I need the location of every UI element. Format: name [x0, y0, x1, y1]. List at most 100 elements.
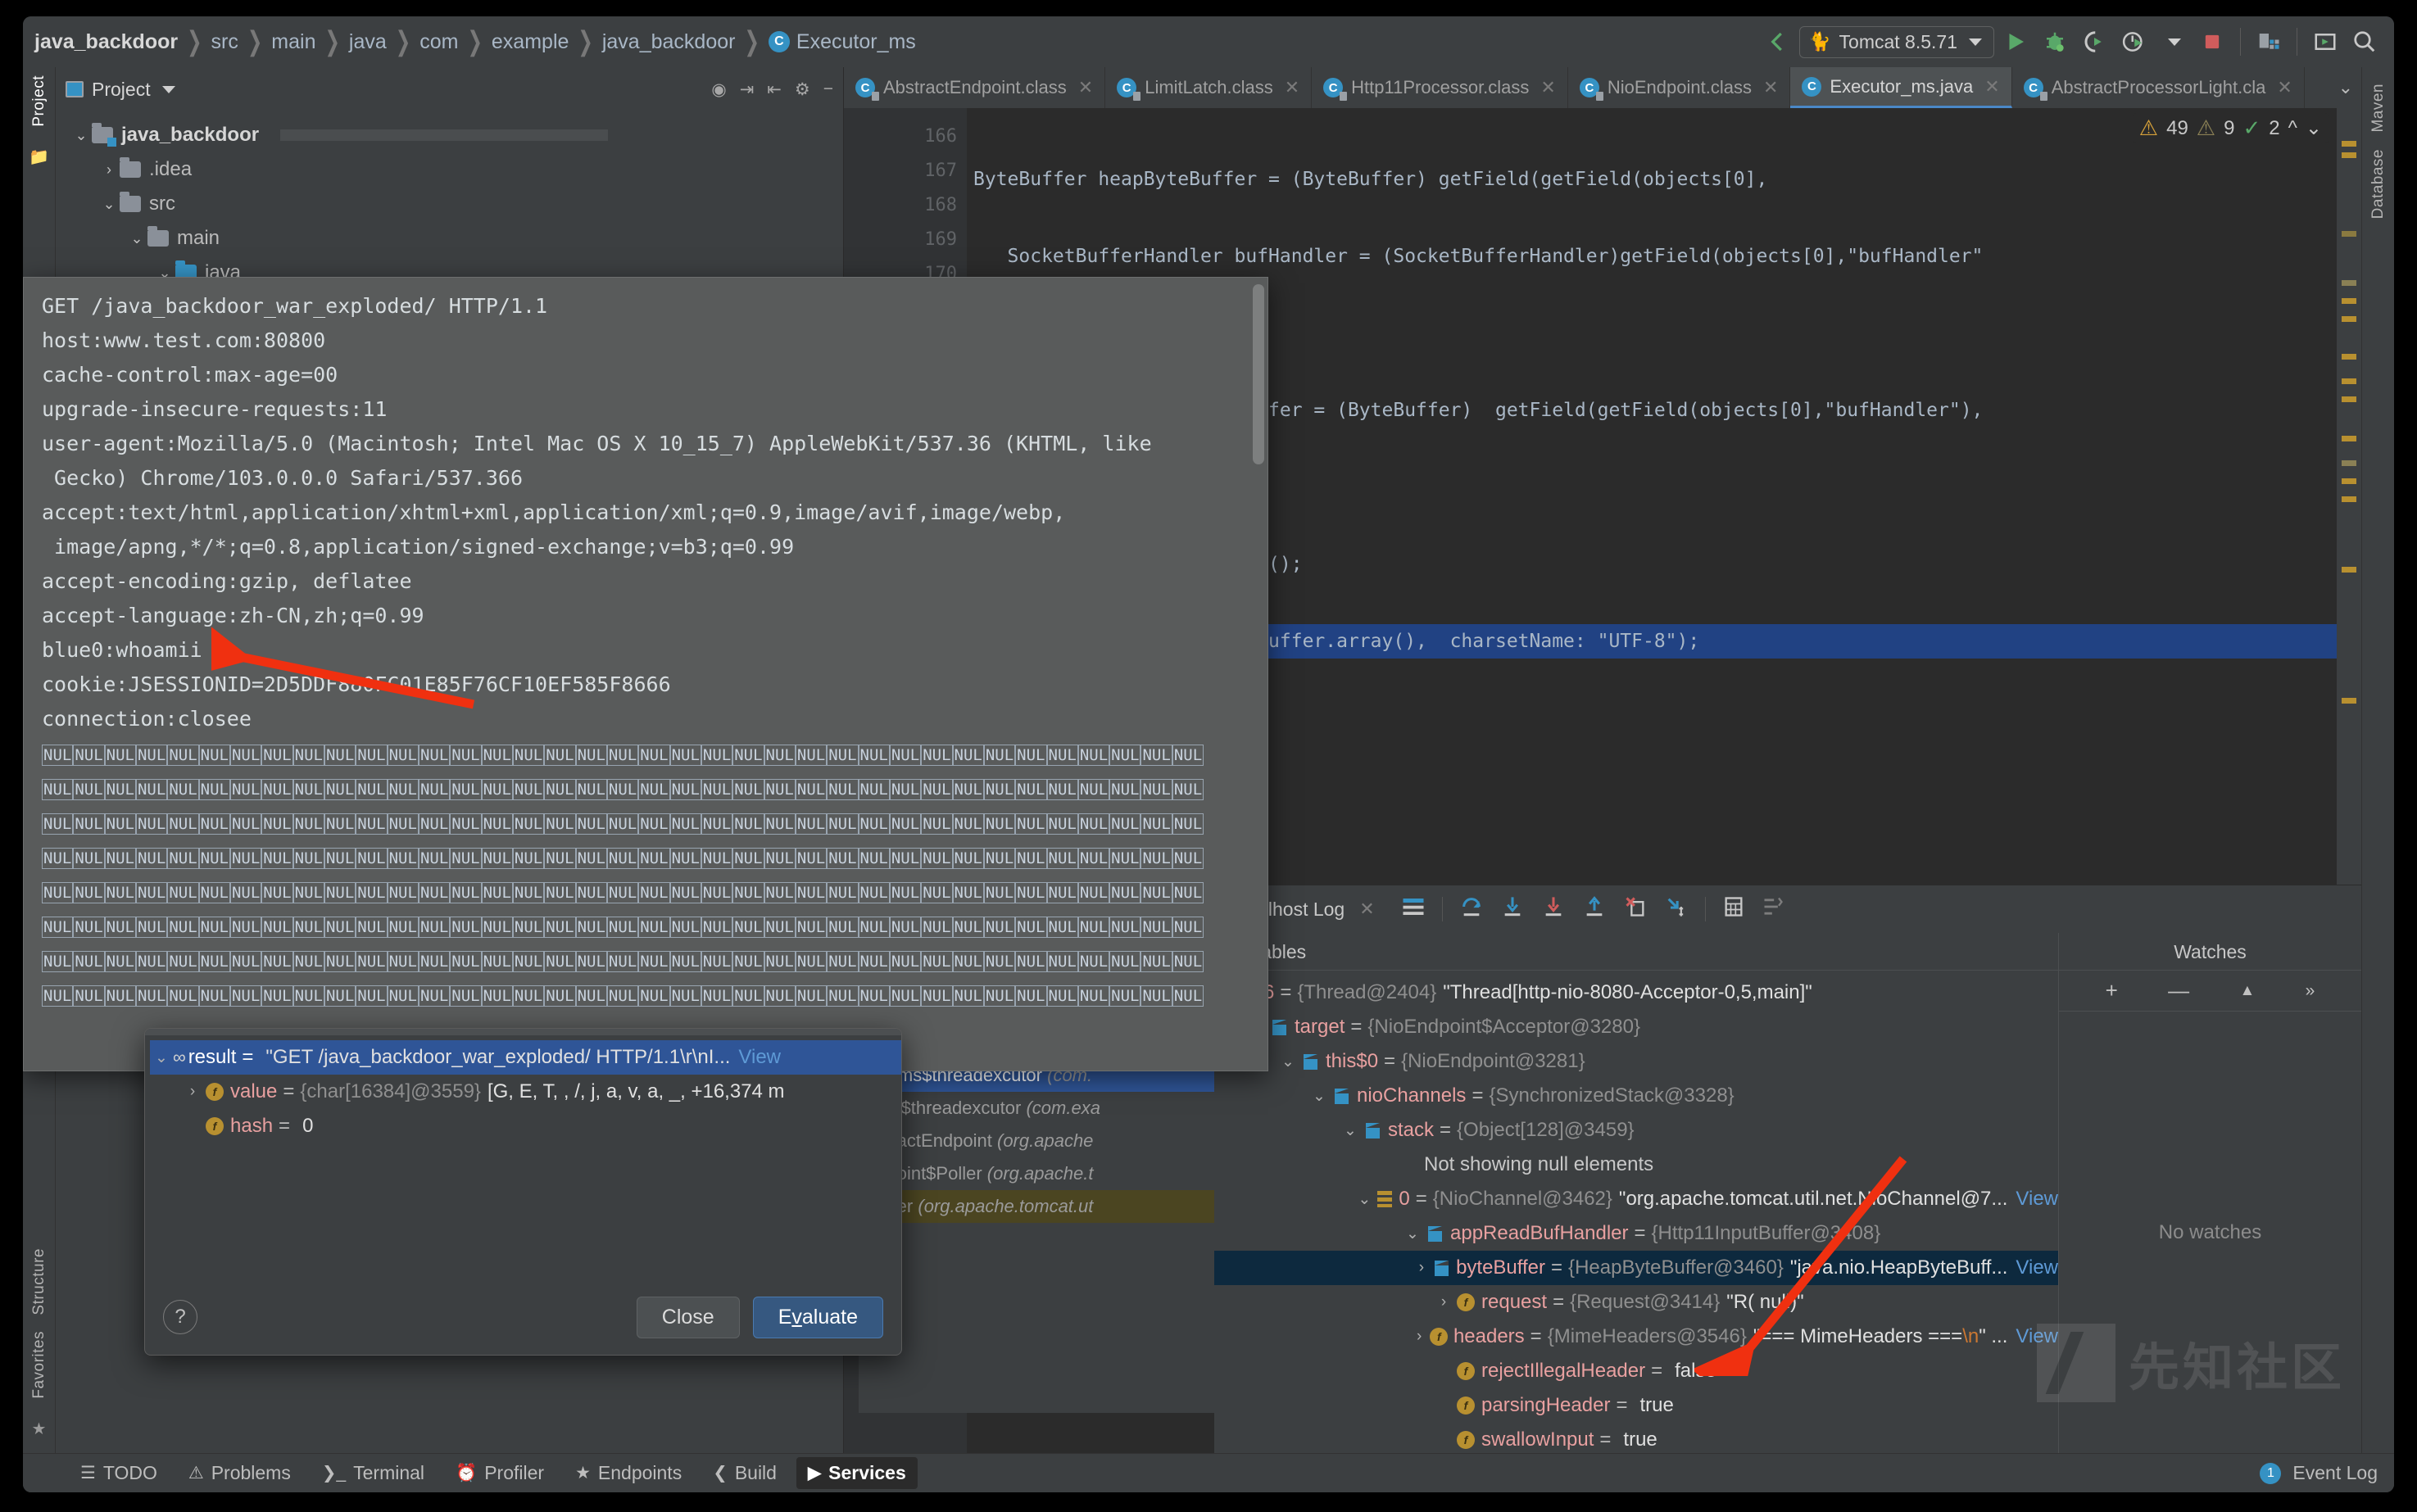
variable-row-nioChannels[interactable]: ⌄ nioChannels = {SynchronizedStack@3328}: [1214, 1079, 2058, 1113]
status-tab-todo[interactable]: ☰ TODO: [69, 1457, 169, 1489]
run-anything-icon[interactable]: [2307, 24, 2343, 60]
tree-arrow-icon[interactable]: ⌄: [126, 230, 147, 247]
tree-arrow-icon[interactable]: ›: [1409, 1328, 1430, 1346]
variable-row-byteBuffer[interactable]: › byteBuffer = {HeapByteBuffer@3460} "java.n…: [1214, 1251, 2058, 1285]
variable-row-0[interactable]: ⌄ 0 = {NioChannel@3462} "org.apache.tomcat.u…: [1214, 1182, 2058, 1216]
scrollbar-thumb[interactable]: [1253, 284, 1264, 464]
step-out-icon[interactable]: [1582, 895, 1607, 923]
breadcrumb-item-6[interactable]: java_backdoor: [602, 30, 736, 54]
add-watch-button[interactable]: +: [2106, 978, 2118, 1003]
collapse-all-icon[interactable]: ⇤: [767, 79, 782, 100]
status-tab-terminal[interactable]: ❯_ Terminal: [311, 1457, 436, 1489]
project-tree-item-main[interactable]: ⌄ main: [70, 221, 843, 256]
run-configuration-selector[interactable]: 🐈 Tomcat 8.5.71: [1799, 25, 1994, 58]
variable-row-6[interactable]: 6 = {Thread@2404} "Thread[http-nio-8080-Acc…: [1214, 976, 2058, 1010]
gear-icon[interactable]: ⚙: [795, 79, 810, 100]
editor-tab-Http11Processorclass[interactable]: C Http11Processor.class ✕: [1312, 67, 1568, 108]
view-link[interactable]: View: [738, 1046, 781, 1069]
breadcrumb-item-2[interactable]: main: [271, 30, 315, 54]
frames-panel[interactable]: tor_ms$threadexcutor (com. _ms$threadexcu…: [859, 1053, 1219, 1413]
tab-list-chevron-icon[interactable]: ⌄: [2338, 77, 2353, 98]
variable-row-parsingHeader[interactable]: f parsingHeader = true: [1214, 1388, 2058, 1423]
close-icon[interactable]: ✕: [1078, 77, 1093, 98]
stop-button[interactable]: [2194, 24, 2230, 60]
view-link[interactable]: View: [2016, 1256, 2058, 1279]
step-over-icon[interactable]: [1459, 895, 1484, 923]
tree-arrow-icon[interactable]: ⌄: [150, 1048, 173, 1067]
view-link[interactable]: View: [2016, 1188, 2058, 1211]
frame-row[interactable]: Poller (org.apache.tomcat.ut: [859, 1190, 1219, 1223]
debug-button[interactable]: [2037, 24, 2073, 60]
frame-row[interactable]: bstractEndpoint (org.apache: [859, 1125, 1219, 1157]
move-up-button[interactable]: ▲: [2240, 982, 2256, 1000]
editor-tab-AbstractEndpointclass[interactable]: C AbstractEndpoint.class ✕: [844, 67, 1106, 108]
step-into-icon[interactable]: [1500, 895, 1525, 923]
event-log-button[interactable]: Event Log: [2292, 1462, 2378, 1484]
status-tab-problems[interactable]: ⚠ Problems: [177, 1457, 302, 1489]
strip-tab-structure[interactable]: Structure: [29, 1240, 50, 1324]
editor-tab-bar[interactable]: C AbstractEndpoint.class ✕ C LimitLatch.clas…: [844, 67, 2361, 108]
profile-button[interactable]: [2115, 24, 2152, 60]
evaluate-row-hash[interactable]: f hash = 0: [150, 1109, 901, 1143]
settings-layout-icon[interactable]: [1762, 895, 1784, 923]
close-icon[interactable]: ✕: [2277, 77, 2292, 98]
variable-row-this$0[interactable]: ⌄ this$0 = {NioEndpoint@3281}: [1214, 1044, 2058, 1079]
run-with-coverage-button[interactable]: [2076, 24, 2112, 60]
console-toggle-icon[interactable]: [1401, 896, 1426, 922]
evaluate-row-value[interactable]: › f value = {char[16384]@3559} [G, E, T, , /,…: [150, 1075, 901, 1109]
hide-icon[interactable]: −: [823, 79, 833, 99]
tree-arrow-icon[interactable]: ⌄: [1354, 1190, 1375, 1209]
project-tree-item-idea[interactable]: › .idea: [70, 152, 843, 187]
evaluate-result-tree[interactable]: ⌄ ∞ result = "GET /java_backdoor_war_explode…: [145, 1035, 901, 1143]
close-icon[interactable]: ✕: [1984, 76, 1999, 97]
variable-row-rejectIllegalHeader[interactable]: f rejectIllegalHeader = false: [1214, 1354, 2058, 1388]
tree-arrow-icon[interactable]: ⌄: [70, 127, 92, 144]
editor-tab-NioEndpointclass[interactable]: C NioEndpoint.class ✕: [1568, 67, 1791, 108]
variable-row-request[interactable]: › f request = {Request@3414} "R( null)": [1214, 1285, 2058, 1320]
breadcrumb-item-3[interactable]: java: [349, 30, 387, 54]
drop-frame-icon[interactable]: [1623, 895, 1648, 923]
evaluate-expression-icon[interactable]: [1722, 895, 1745, 923]
breadcrumb-item-0[interactable]: java_backdoor: [34, 30, 178, 54]
project-panel-title[interactable]: Project: [92, 79, 151, 101]
project-tree[interactable]: ⌄ java_backdoor › .idea ⌄ src ⌄ main ⌄ java: [56, 111, 843, 290]
variable-row-target[interactable]: ⌄target={NioEndpoint$Acceptor@3280}: [1214, 1010, 2058, 1044]
raw-http-request-panel[interactable]: GET /java_backdoor_war_exploded/ HTTP/1.…: [23, 277, 1268, 1071]
help-button[interactable]: ?: [163, 1300, 197, 1334]
tree-arrow-icon[interactable]: ›: [98, 161, 120, 179]
breadcrumb-item-7[interactable]: Executor_ms: [796, 30, 916, 54]
variable-row-appReadBufHandler[interactable]: ⌄ appReadBufHandler = {Http11InputBuffer@34…: [1214, 1216, 2058, 1251]
status-tab-services[interactable]: ▶ Services: [796, 1457, 918, 1489]
search-icon[interactable]: [2347, 24, 2383, 60]
breadcrumb-item-1[interactable]: src: [211, 30, 238, 54]
close-icon[interactable]: ✕: [1285, 77, 1299, 98]
variables-tree[interactable]: 6 = {Thread@2404} "Thread[http-nio-8080-Acc…: [1214, 971, 2058, 1453]
tree-arrow-icon[interactable]: ⌄: [1339, 1121, 1362, 1140]
tree-arrow-icon[interactable]: ›: [181, 1083, 204, 1101]
more-watch-options-button[interactable]: »: [2306, 981, 2315, 1001]
variables-note[interactable]: Not showing null elements: [1214, 1148, 2058, 1182]
dialog-drag-handle[interactable]: [145, 1029, 901, 1035]
frame-row[interactable]: ndpoint$Poller (org.apache.t: [859, 1157, 1219, 1190]
strip-tab-project[interactable]: Project: [29, 67, 50, 135]
variable-row-stack[interactable]: ⌄ stack = {Object[128]@3459}: [1214, 1113, 2058, 1148]
editor-tab-AbstractProcessorLightcla[interactable]: C AbstractProcessorLight.cla ✕: [2012, 67, 2305, 108]
status-tab-build[interactable]: ❮ Build: [701, 1457, 788, 1489]
star-icon[interactable]: ★: [32, 1419, 47, 1439]
project-structure-icon[interactable]: [2251, 24, 2287, 60]
remove-watch-button[interactable]: —: [2168, 978, 2189, 1003]
status-tab-endpoints[interactable]: ★ Endpoints: [564, 1457, 693, 1489]
tree-arrow-icon[interactable]: ⌄: [1308, 1087, 1331, 1106]
evaluate-button[interactable]: Evaluate: [752, 1296, 883, 1338]
variable-row-headers[interactable]: › f headers = {MimeHeaders@3546} "=== MimeHea…: [1214, 1320, 2058, 1354]
editor-tab-Executor_msjava[interactable]: C Executor_ms.java ✕: [1790, 67, 2012, 108]
tree-arrow-icon[interactable]: ⌄: [1277, 1053, 1299, 1071]
strip-tab-database[interactable]: Database: [2368, 141, 2389, 227]
editor-tab-LimitLatchclass[interactable]: C LimitLatch.class ✕: [1105, 67, 1313, 108]
strip-tab-favorites[interactable]: Favorites: [29, 1323, 50, 1407]
force-step-into-icon[interactable]: [1541, 895, 1566, 923]
chevron-down-icon[interactable]: [161, 85, 175, 93]
locate-icon[interactable]: ◉: [711, 79, 726, 100]
view-link[interactable]: View: [2016, 1325, 2058, 1348]
tree-arrow-icon[interactable]: ›: [1432, 1293, 1455, 1311]
